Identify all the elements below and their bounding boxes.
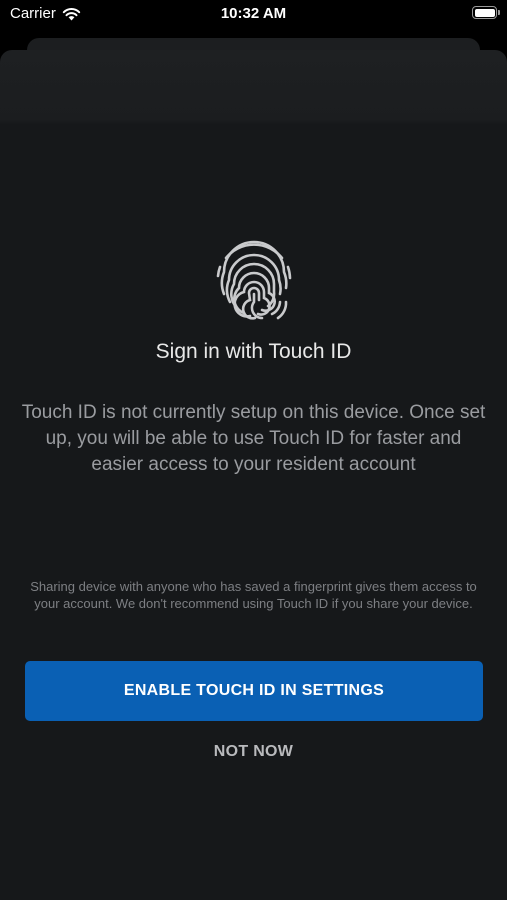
status-bar: Carrier 10:32 AM <box>0 0 507 30</box>
touch-id-description: Touch ID is not currently setup on this … <box>21 402 486 475</box>
battery-level <box>474 8 495 17</box>
status-time: 10:32 AM <box>220 5 287 22</box>
not-now-button[interactable]: NOT NOW <box>150 736 357 768</box>
battery-icon <box>472 6 500 19</box>
fingerprint-icon <box>216 240 292 320</box>
touch-id-screen: Carrier 10:32 AM Sign in with Touch ID T… <box>0 0 507 900</box>
sharing-warning: Sharing device with anyone who has saved… <box>30 579 477 611</box>
enable-touch-id-button[interactable]: ENABLE TOUCH ID IN SETTINGS <box>25 661 483 721</box>
touch-id-title: Sign in with Touch ID <box>155 340 352 363</box>
